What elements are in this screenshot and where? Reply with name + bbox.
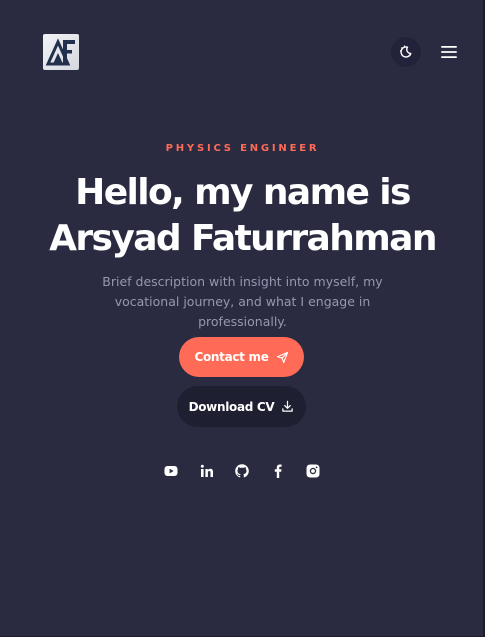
- headline-line-1: Hello, my name is: [75, 172, 411, 213]
- social-links: [162, 462, 322, 480]
- instagram-icon: [306, 464, 320, 478]
- linkedin-icon: [200, 464, 213, 477]
- facebook-link[interactable]: [269, 462, 287, 480]
- download-cv-button[interactable]: Download CV: [177, 386, 306, 427]
- af-logo-mark: [45, 38, 75, 66]
- hero-headline: Hello, my name is Arsyad Faturrahman: [0, 170, 485, 262]
- download-cv-label: Download CV: [188, 399, 275, 414]
- github-link[interactable]: [233, 462, 251, 480]
- menu-button[interactable]: [439, 42, 459, 62]
- moon-sun-icon: [399, 45, 412, 58]
- role-eyebrow: PHYSICS ENGINEER: [165, 143, 320, 154]
- page: PHYSICS ENGINEER Hello, my name is Arsya…: [0, 0, 485, 637]
- facebook-icon: [274, 464, 282, 478]
- theme-toggle-button[interactable]: [391, 37, 421, 67]
- contact-me-button[interactable]: Contact me: [179, 337, 304, 377]
- youtube-link[interactable]: [162, 462, 180, 480]
- download-icon: [282, 400, 294, 412]
- github-icon: [235, 464, 249, 478]
- youtube-icon: [164, 466, 178, 476]
- contact-me-label: Contact me: [194, 350, 269, 364]
- headline-line-2: Arsyad Faturrahman: [49, 218, 437, 259]
- instagram-link[interactable]: [304, 462, 322, 480]
- hero-description: Brief description with insight into myse…: [102, 274, 383, 329]
- hamburger-menu-icon: [441, 46, 457, 58]
- site-logo[interactable]: [43, 34, 79, 70]
- linkedin-link[interactable]: [198, 462, 216, 480]
- paper-plane-icon: [276, 351, 288, 363]
